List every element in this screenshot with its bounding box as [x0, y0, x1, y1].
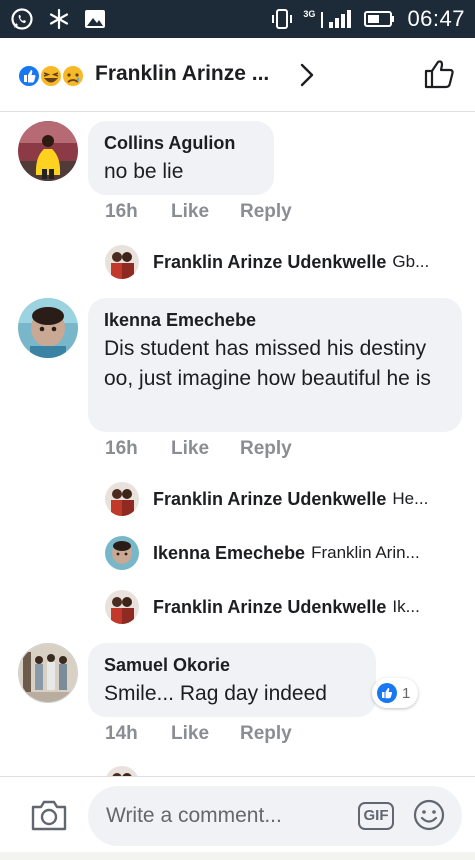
avatar	[105, 536, 139, 570]
status-bar: 3G 06:47	[0, 0, 475, 38]
snowflake-icon	[49, 8, 69, 30]
comment-actions: 16h Like Reply	[105, 438, 292, 460]
comment-input-placeholder[interactable]: Write a comment...	[106, 804, 282, 828]
comment-actions: 16h Like Reply	[105, 201, 292, 223]
like-link[interactable]: Like	[171, 723, 240, 745]
vibrate-icon	[272, 9, 293, 29]
emoji-icon[interactable]	[412, 798, 446, 832]
clock: 06:47	[407, 6, 465, 31]
network-type: 3G	[303, 9, 316, 19]
gif-button[interactable]: GIF	[358, 802, 394, 830]
signal-icon	[321, 10, 352, 28]
reply-link[interactable]: Reply	[240, 438, 292, 460]
reply-text: Franklin Arin...	[311, 543, 420, 562]
reply-text: Gb...	[392, 252, 430, 271]
reply-link[interactable]: Reply	[240, 201, 292, 223]
camera-icon[interactable]	[30, 797, 68, 833]
like-link[interactable]: Like	[171, 201, 240, 223]
reply-preview[interactable]: Franklin Arinze Udenkwelle Ik...	[105, 590, 420, 624]
like-link[interactable]: Like	[171, 438, 240, 460]
comment-input[interactable]: Write a comment... GIF	[88, 786, 462, 846]
reply-text: Ik...	[392, 597, 420, 616]
reply-preview[interactable]: Ikenna Emechebe Franklin Arin...	[105, 536, 420, 570]
reply-preview[interactable]: Franklin Arinze Udenkwelle He...	[105, 482, 428, 516]
comment-composer: Write a comment... GIF	[0, 776, 475, 860]
reactions-summary-icon[interactable]	[16, 62, 96, 90]
haha-reaction-icon	[39, 64, 63, 88]
reply-author[interactable]: Ikenna Emechebe	[153, 543, 305, 564]
avatar	[105, 482, 139, 516]
reply-link[interactable]: Reply	[240, 723, 292, 745]
like-reaction-icon	[377, 683, 397, 703]
thumbs-up-icon[interactable]	[422, 56, 458, 92]
post-author-title[interactable]: Franklin Arinze ...	[95, 62, 269, 86]
battery-icon	[364, 11, 395, 27]
post-header: Franklin Arinze ...	[0, 38, 475, 112]
like-reaction-icon	[17, 64, 41, 88]
avatar	[105, 590, 139, 624]
comment-bubble[interactable]: Ikenna Emechebe Dis student has missed h…	[88, 298, 462, 432]
sad-reaction-icon	[61, 64, 85, 88]
comment-time: 14h	[105, 723, 138, 744]
avatar[interactable]	[18, 643, 78, 703]
comment-text: Smile... Rag day indeed	[104, 682, 327, 705]
reply-author[interactable]: Franklin Arinze Udenkwelle	[153, 489, 386, 510]
comment-bubble[interactable]: Samuel Okorie Smile... Rag day indeed	[88, 643, 376, 717]
reply-preview[interactable]: Franklin Arinze Udenkwelle Gb...	[105, 245, 429, 279]
comment-author[interactable]: Ikenna Emechebe	[104, 308, 446, 332]
reply-text: He...	[392, 489, 429, 508]
comment-bubble[interactable]: Collins Agulion no be lie	[88, 121, 274, 195]
comment-time: 16h	[105, 201, 138, 222]
reaction-count: 1	[402, 684, 411, 702]
avatar[interactable]	[18, 121, 78, 181]
comment-author[interactable]: Collins Agulion	[104, 131, 258, 155]
bottom-edge	[0, 852, 475, 860]
whatsapp-icon	[11, 8, 33, 30]
comment-actions: 14h Like Reply	[105, 723, 292, 745]
reply-author[interactable]: Franklin Arinze Udenkwelle	[153, 252, 386, 273]
comment-author[interactable]: Samuel Okorie	[104, 653, 360, 677]
gallery-icon	[85, 10, 105, 28]
comment-text: Dis student has missed his destiny oo, j…	[104, 337, 431, 390]
avatar	[105, 245, 139, 279]
comment-time: 16h	[105, 438, 138, 459]
reply-author[interactable]: Franklin Arinze Udenkwelle	[153, 597, 386, 618]
comment-reaction-count[interactable]: 1	[372, 678, 419, 708]
chevron-right-icon[interactable]	[296, 62, 318, 88]
avatar[interactable]	[18, 298, 78, 358]
comment-text: no be lie	[104, 160, 184, 183]
